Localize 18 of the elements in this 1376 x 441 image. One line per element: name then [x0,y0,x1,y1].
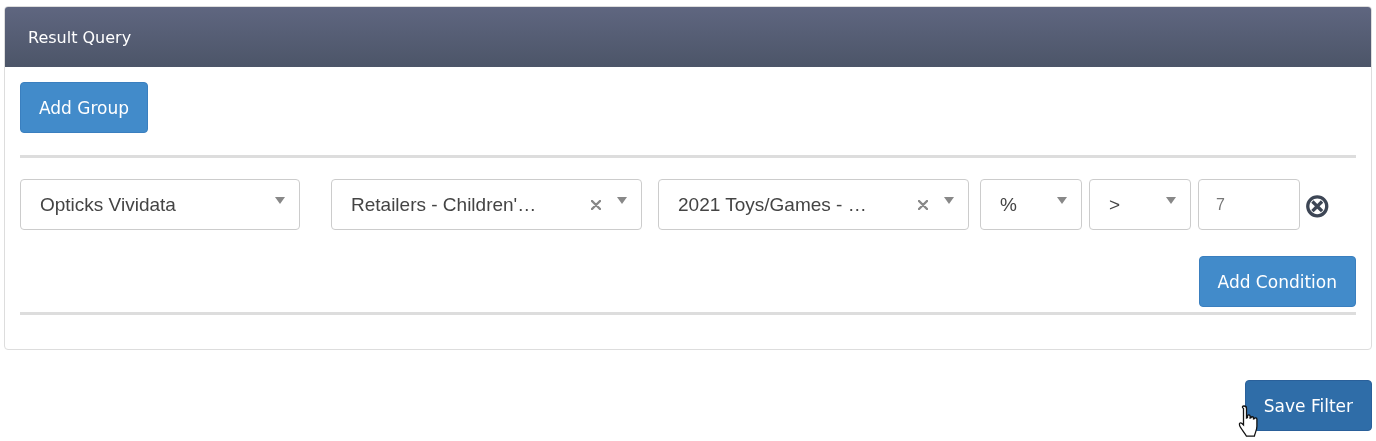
select-dropdown[interactable]: 2021 Toys/Games - … [658,179,969,230]
add-group-button[interactable]: Add Group [20,82,149,133]
caret-icon [1057,197,1067,204]
caret-icon [944,197,954,204]
clear-icon[interactable] [918,199,928,210]
value-field[interactable]: 7 [1198,179,1300,230]
panel-title: Result Query [28,27,132,47]
select-dropdown[interactable]: Opticks Vividata [20,179,300,230]
caret-icon [1166,197,1176,204]
select-dropdown[interactable]: > [1089,179,1191,230]
remove-icon[interactable]: ⊗ [1303,187,1332,222]
caret-icon [275,197,285,204]
add-condition-button[interactable]: Add Condition [1198,256,1356,307]
save-filter-button[interactable]: Save Filter [1244,380,1372,431]
select-dropdown[interactable]: Retailers - Children'… [331,179,642,230]
caret-icon [617,197,627,204]
select-dropdown[interactable]: % [980,179,1082,230]
clear-icon[interactable] [591,199,601,210]
